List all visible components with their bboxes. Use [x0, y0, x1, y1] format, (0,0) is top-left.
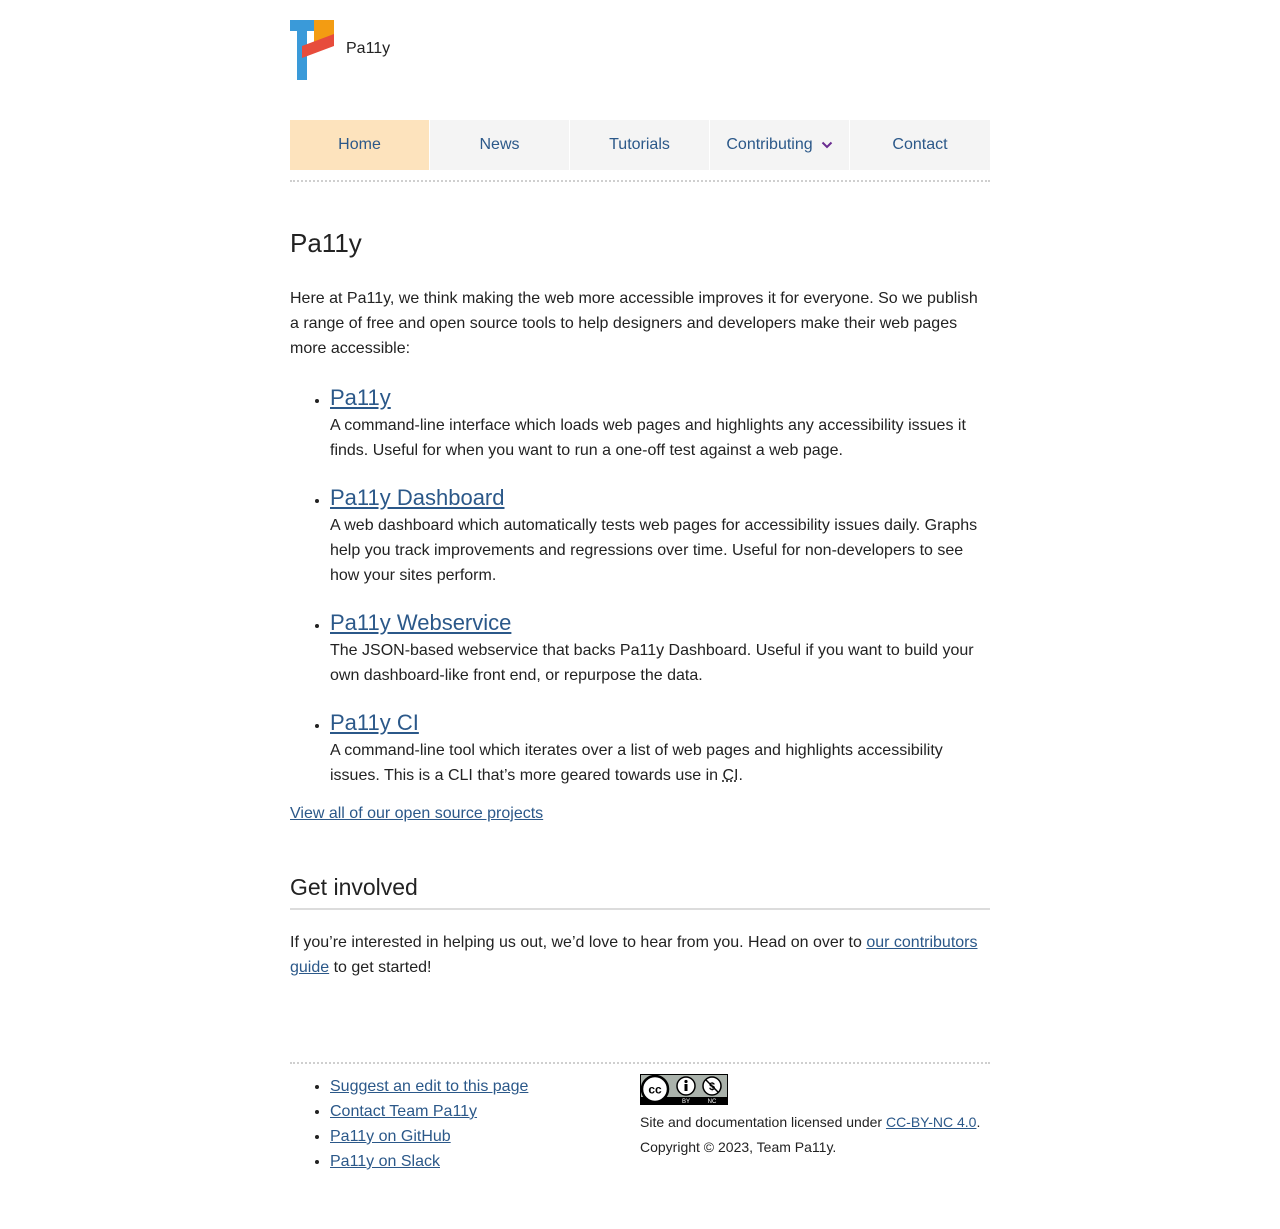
tool-link-pa11y-dashboard[interactable]: Pa11y Dashboard: [330, 483, 505, 513]
license-text: Site and documentation licensed under CC…: [640, 1110, 990, 1135]
list-item: Pa11y Dashboard A web dashboard which au…: [330, 483, 990, 588]
slack-link[interactable]: Pa11y on Slack: [330, 1153, 440, 1170]
pa11y-logo-icon[interactable]: [290, 20, 334, 80]
footer-legal: cc $ BY NC Site and documentation licens…: [640, 1074, 990, 1174]
site-header: Pa11y: [290, 0, 990, 120]
get-involved-heading: Get involved: [290, 872, 990, 910]
get-involved-text-end: to get started!: [329, 959, 432, 976]
nav-news[interactable]: News: [430, 120, 569, 170]
license-link[interactable]: CC-BY-NC 4.0: [886, 1114, 977, 1130]
footer-links: Suggest an edit to this page Contact Tea…: [290, 1074, 640, 1174]
list-item: Pa11y CI A command-line tool which itera…: [330, 708, 990, 788]
nav-tutorials[interactable]: Tutorials: [570, 120, 709, 170]
nav-contributing[interactable]: Contributing: [710, 120, 849, 170]
site-name[interactable]: Pa11y: [346, 40, 390, 58]
cc-by-nc-badge-icon[interactable]: cc $ BY NC: [640, 1074, 728, 1105]
list-item: Pa11y A command-line interface which loa…: [330, 383, 990, 463]
list-item: Pa11y on GitHub: [330, 1124, 640, 1149]
get-involved-paragraph: If you’re interested in helping us out, …: [290, 930, 990, 980]
contact-team-link[interactable]: Contact Team Pa11y: [330, 1103, 477, 1120]
tool-link-pa11y-ci[interactable]: Pa11y CI: [330, 708, 419, 738]
main-content: Pa11y Here at Pa11y, we think making the…: [290, 228, 990, 980]
tool-description: A command-line interface which loads web…: [330, 417, 966, 459]
tool-link-pa11y-webservice[interactable]: Pa11y Webservice: [330, 608, 511, 638]
tool-description-text: A command-line tool which iterates over …: [330, 742, 943, 784]
svg-text:cc: cc: [648, 1083, 662, 1097]
suggest-edit-link[interactable]: Suggest an edit to this page: [330, 1078, 528, 1095]
nav-home[interactable]: Home: [290, 120, 429, 170]
chevron-down-icon: [821, 141, 832, 149]
list-item: Pa11y on Slack: [330, 1149, 640, 1174]
ci-abbreviation: CI: [722, 767, 739, 784]
tool-description: A command-line tool which iterates over …: [330, 738, 990, 788]
list-item: Suggest an edit to this page: [330, 1074, 640, 1099]
page-title: Pa11y: [290, 228, 362, 258]
intro-paragraph: Here at Pa11y, we think making the web m…: [290, 290, 978, 357]
site-footer: Suggest an edit to this page Contact Tea…: [290, 1062, 990, 1174]
list-item: Contact Team Pa11y: [330, 1099, 640, 1124]
tool-description-end: .: [738, 767, 743, 784]
tool-description: The JSON-based webservice that backs Pa1…: [330, 642, 974, 684]
nav-contact[interactable]: Contact: [850, 120, 990, 170]
list-item: Pa11y Webservice The JSON-based webservi…: [330, 608, 990, 688]
get-involved-text: If you’re interested in helping us out, …: [290, 934, 867, 951]
cc-nc-label: NC: [708, 1099, 717, 1105]
tools-list: Pa11y A command-line interface which loa…: [290, 383, 990, 788]
tool-link-pa11y[interactable]: Pa11y: [330, 383, 391, 413]
nav-divider: [290, 180, 990, 182]
nav-contributing-label: Contributing: [726, 136, 813, 153]
tool-description: A web dashboard which automatically test…: [330, 517, 978, 584]
main-nav: Home News Tutorials Contributing Contact: [290, 120, 990, 170]
copyright-text: Copyright © 2023, Team Pa11y.: [640, 1139, 837, 1155]
view-all-projects-link[interactable]: View all of our open source projects: [290, 801, 990, 826]
github-link[interactable]: Pa11y on GitHub: [330, 1128, 451, 1145]
cc-by-label: BY: [682, 1099, 690, 1105]
license-text-before: Site and documentation licensed under: [640, 1114, 886, 1130]
license-text-after: .: [976, 1114, 981, 1130]
